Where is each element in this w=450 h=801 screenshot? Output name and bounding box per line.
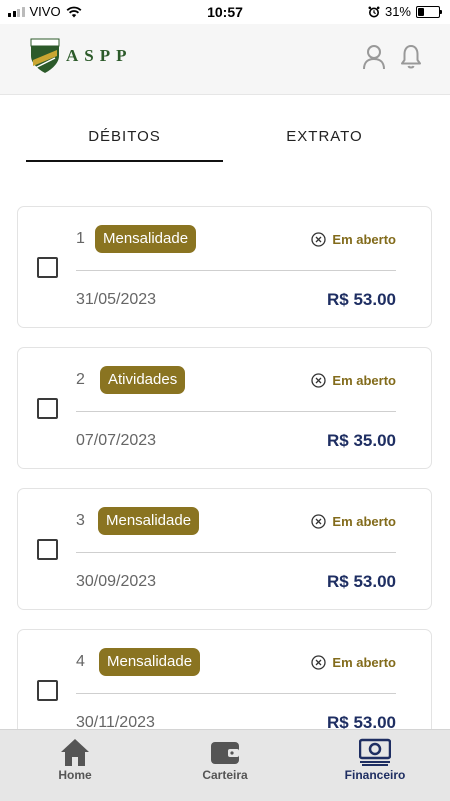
status-label: Em aberto — [311, 373, 396, 388]
debt-amount: R$ 53.00 — [327, 290, 396, 309]
card-divider — [76, 411, 396, 412]
bell-icon[interactable] — [400, 44, 422, 70]
wallet-icon — [211, 742, 239, 764]
nav-home[interactable]: Home — [25, 736, 125, 782]
logo-text: ASPP — [66, 46, 133, 65]
debt-checkbox[interactable] — [37, 257, 58, 278]
nav-financeiro-label: Financeiro — [344, 768, 406, 782]
alarm-icon — [368, 6, 380, 17]
nav-home-label: Home — [58, 768, 92, 782]
home-icon — [61, 739, 89, 766]
close-circle-icon — [311, 232, 327, 247]
category-badge: Mensalidade — [95, 225, 197, 253]
user-profile-icon[interactable] — [362, 44, 386, 70]
app-header: ASPP — [0, 24, 450, 95]
due-date: 07/07/2023 — [76, 432, 157, 449]
debt-number: 2 — [76, 371, 85, 388]
debt-amount: R$ 53.00 — [327, 572, 396, 591]
debt-checkbox[interactable] — [37, 398, 58, 419]
debt-amount: R$ 35.00 — [327, 431, 396, 450]
debt-checkbox[interactable] — [37, 539, 58, 560]
debt-card: 2 Atividades Em aberto 07/07/2023 R$ 35.… — [17, 347, 432, 469]
debt-card: 3 Mensalidade Em aberto 30/09/2023 R$ 53… — [17, 488, 432, 610]
close-circle-icon — [311, 655, 327, 670]
bottom-nav: Home Carteira Financeiro — [0, 729, 450, 801]
status-label: Em aberto — [311, 514, 396, 529]
card-divider — [76, 270, 396, 271]
debt-number: 3 — [76, 512, 85, 529]
status-text: Em aberto — [332, 655, 396, 670]
category-badge: Mensalidade — [98, 507, 200, 535]
nav-carteira[interactable]: Carteira — [175, 736, 275, 782]
tab-extrato[interactable]: EXTRATO — [226, 128, 423, 145]
status-bar: VIVO 10:57 31% — [0, 0, 450, 24]
nav-financeiro[interactable]: Financeiro — [325, 736, 425, 782]
due-date: 31/05/2023 — [76, 291, 157, 308]
debt-number: 4 — [76, 653, 85, 670]
debt-checkbox[interactable] — [37, 680, 58, 701]
status-bar-right: 31% — [368, 4, 442, 19]
active-tab-indicator — [26, 160, 223, 162]
status-label: Em aberto — [311, 232, 396, 247]
debt-card: 1 Mensalidade Em aberto 31/05/2023 R$ 53… — [17, 206, 432, 328]
category-badge: Atividades — [100, 366, 186, 394]
close-circle-icon — [311, 514, 327, 529]
money-icon — [359, 738, 391, 766]
shield-logo-icon — [30, 38, 60, 73]
status-text: Em aberto — [332, 232, 396, 247]
card-divider — [76, 693, 396, 694]
battery-percent: 31% — [384, 4, 411, 19]
aspp-logo: ASPP — [30, 38, 133, 74]
debt-number: 1 — [76, 230, 85, 247]
nav-carteira-label: Carteira — [202, 768, 248, 782]
tab-debitos[interactable]: DÉBITOS — [26, 128, 223, 145]
battery-icon — [416, 5, 442, 18]
due-date: 30/09/2023 — [76, 573, 157, 590]
status-text: Em aberto — [332, 514, 396, 529]
card-divider — [76, 552, 396, 553]
category-badge: Mensalidade — [99, 648, 201, 676]
tab-bar: DÉBITOS EXTRATO — [0, 94, 450, 164]
close-circle-icon — [311, 373, 327, 388]
status-label: Em aberto — [311, 655, 396, 670]
status-text: Em aberto — [332, 373, 396, 388]
